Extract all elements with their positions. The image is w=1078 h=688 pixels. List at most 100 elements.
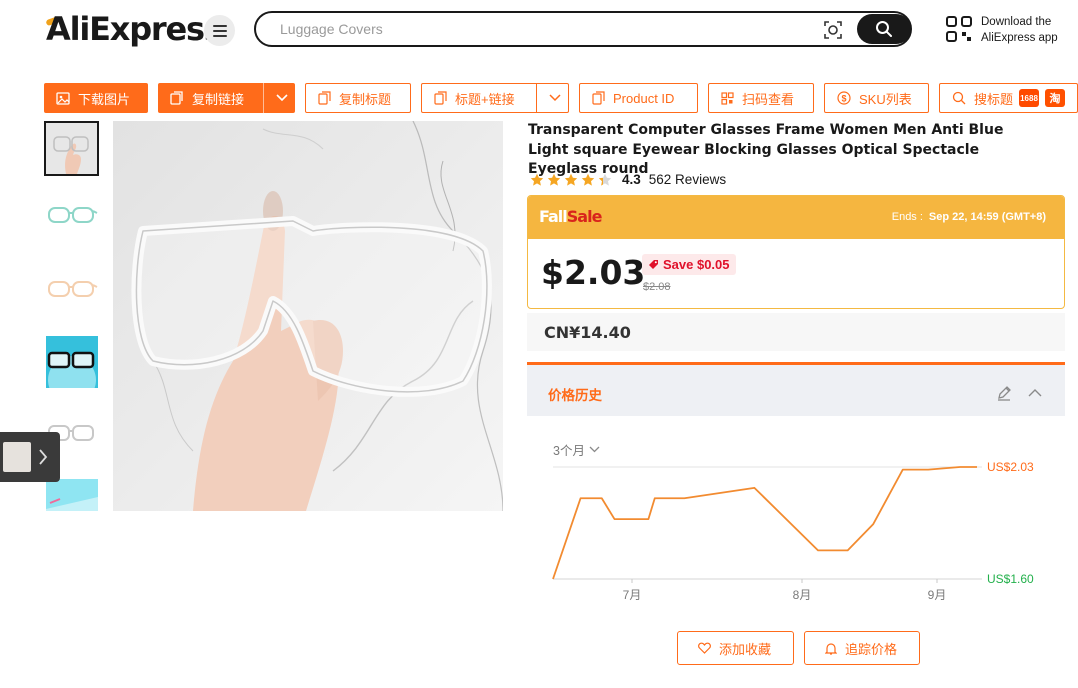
edit-icon[interactable]	[996, 385, 1012, 401]
current-price: $2.03	[541, 253, 646, 292]
copy-link-icon	[170, 91, 183, 105]
thumbnail-3[interactable]	[46, 263, 98, 315]
copy-icon	[434, 91, 447, 105]
ends-label: Ends :	[891, 211, 923, 223]
image-icon	[56, 91, 70, 105]
app-text-line-2: AliExpress app	[981, 32, 1058, 44]
chevron-down-icon	[275, 94, 288, 102]
download-image-label: 下载图片	[78, 91, 131, 107]
1688-badge[interactable]: 1688	[1019, 89, 1040, 107]
title-link-label: 标题+链接	[455, 91, 515, 107]
sku-list-button[interactable]: $ SKU列表	[824, 83, 929, 113]
price-history-header: 价格历史	[527, 365, 1065, 416]
save-badge: Save $0.05	[642, 254, 736, 275]
star-icon	[530, 173, 544, 186]
x-tick-label-1: 7月	[623, 588, 642, 602]
track-price-button[interactable]: 追踪价格	[804, 631, 921, 665]
y-label-low: US$1.60	[987, 572, 1034, 586]
download-app-link[interactable]: Download the AliExpress app	[946, 14, 1076, 46]
x-tick-label-2: 8月	[793, 588, 812, 602]
search-title-label: 搜标题	[974, 91, 1014, 107]
product-id-button[interactable]: Product ID	[579, 83, 698, 113]
star-icon	[564, 173, 578, 186]
scan-view-button[interactable]: 扫码查看	[708, 83, 814, 113]
copy-link-button[interactable]: 复制链接	[158, 83, 295, 113]
copy-link-label: 复制链接	[192, 91, 245, 107]
image-search-icon[interactable]	[822, 19, 844, 41]
copy-title-label: 复制标题	[339, 91, 392, 107]
rating-row[interactable]: 4.3 562 Reviews	[530, 172, 726, 187]
glasses-hand-photo	[113, 121, 503, 511]
half-star-icon	[598, 173, 612, 186]
thumbnail-1[interactable]	[44, 121, 99, 176]
taobao-badge[interactable]: 淘	[1045, 89, 1066, 107]
y-label-high: US$2.03	[987, 460, 1034, 474]
product-title: Transparent Computer Glasses Frame Women…	[528, 122, 1004, 177]
thumbnail-mint-glasses-image	[46, 189, 98, 241]
copy-icon	[592, 91, 605, 105]
floating-image-tab[interactable]	[0, 432, 60, 482]
app-text-line-1: Download the	[981, 16, 1052, 28]
hamburger-icon	[212, 24, 227, 37]
menu-button[interactable]	[204, 15, 235, 46]
chevron-down-icon	[548, 94, 561, 102]
search-input[interactable]: Luggage Covers	[280, 21, 383, 37]
chevron-up-icon[interactable]	[1027, 385, 1043, 401]
sale-label: Sale	[566, 207, 603, 226]
heart-icon	[698, 642, 711, 654]
main-product-image[interactable]	[113, 121, 503, 511]
extension-toolbar: 下载图片 复制链接 复制标题 标题+链接 Product ID 扫码查看 $ S…	[44, 83, 1078, 113]
rating-score: 4.3	[622, 172, 641, 187]
svg-text:$: $	[841, 94, 846, 104]
add-favorite-button[interactable]: 添加收藏	[677, 631, 795, 665]
sale-countdown: Ends : Sep 22, 14:59 (GMT+8)	[892, 211, 1046, 223]
dollar-circle-icon: $	[837, 91, 851, 105]
fall-sale-label: FallSale	[539, 207, 603, 226]
star-icon	[547, 173, 561, 186]
copy-link-dropdown[interactable]	[263, 83, 295, 113]
search-bar[interactable]: Luggage Covers	[254, 11, 912, 47]
sale-banner: FallSale Ends : Sep 22, 14:59 (GMT+8)	[528, 196, 1064, 239]
thumbnail-glasses-hand-image	[46, 123, 97, 174]
add-favorite-label: 添加收藏	[719, 641, 772, 657]
download-image-button[interactable]: 下载图片	[44, 83, 148, 113]
star-icon	[581, 173, 595, 186]
product-id-label: Product ID	[613, 90, 675, 106]
title-link-button[interactable]: 标题+链接	[421, 83, 569, 113]
ends-value: Sep 22, 14:59 (GMT+8)	[928, 211, 1046, 223]
copy-title-button[interactable]: 复制标题	[305, 83, 411, 113]
thumbnail-black-glasses-image	[46, 336, 98, 404]
search-title-button[interactable]: 搜标题 1688 淘	[939, 83, 1078, 113]
copy-icon	[318, 91, 331, 105]
chevron-right-icon	[39, 449, 48, 465]
price-history-chart: US$2.03 US$1.60 7月 8月 9月	[552, 460, 1034, 602]
history-actions: 添加收藏 追踪价格	[677, 631, 921, 665]
thumbnail-4[interactable]	[46, 336, 98, 404]
thumbnail-cyan-image	[46, 479, 98, 511]
track-price-label: 追踪价格	[845, 641, 898, 657]
title-link-dropdown[interactable]	[536, 84, 568, 112]
scan-view-label: 扫码查看	[742, 91, 795, 107]
price-history-title: 价格历史	[548, 388, 602, 403]
thumbnail-2[interactable]	[46, 189, 98, 241]
save-amount: Save $0.05	[663, 257, 730, 272]
search-icon	[952, 91, 966, 105]
header: AliExpress Luggage Covers Download the A…	[0, 0, 1078, 62]
rating-stars	[530, 173, 612, 187]
aliexpress-logo[interactable]: AliExpress	[46, 10, 223, 48]
x-tick-label-3: 9月	[928, 588, 947, 602]
cny-price-box: CN¥14.40	[527, 313, 1065, 351]
bell-icon	[825, 642, 838, 655]
sale-price-box: FallSale Ends : Sep 22, 14:59 (GMT+8) $2.…	[527, 195, 1065, 309]
sku-list-label: SKU列表	[859, 91, 912, 107]
search-button[interactable]	[857, 14, 911, 44]
thumbnail-6[interactable]	[46, 479, 98, 511]
qr-code-icon	[721, 91, 734, 105]
tag-icon	[649, 260, 658, 269]
cny-price: CN¥14.40	[544, 323, 631, 342]
thumbnail-beige-glasses-image	[46, 263, 98, 315]
mini-thumbnail	[3, 442, 31, 472]
price-line	[552, 466, 977, 580]
review-count[interactable]: 562 Reviews	[649, 172, 726, 187]
search-icon	[876, 21, 892, 37]
